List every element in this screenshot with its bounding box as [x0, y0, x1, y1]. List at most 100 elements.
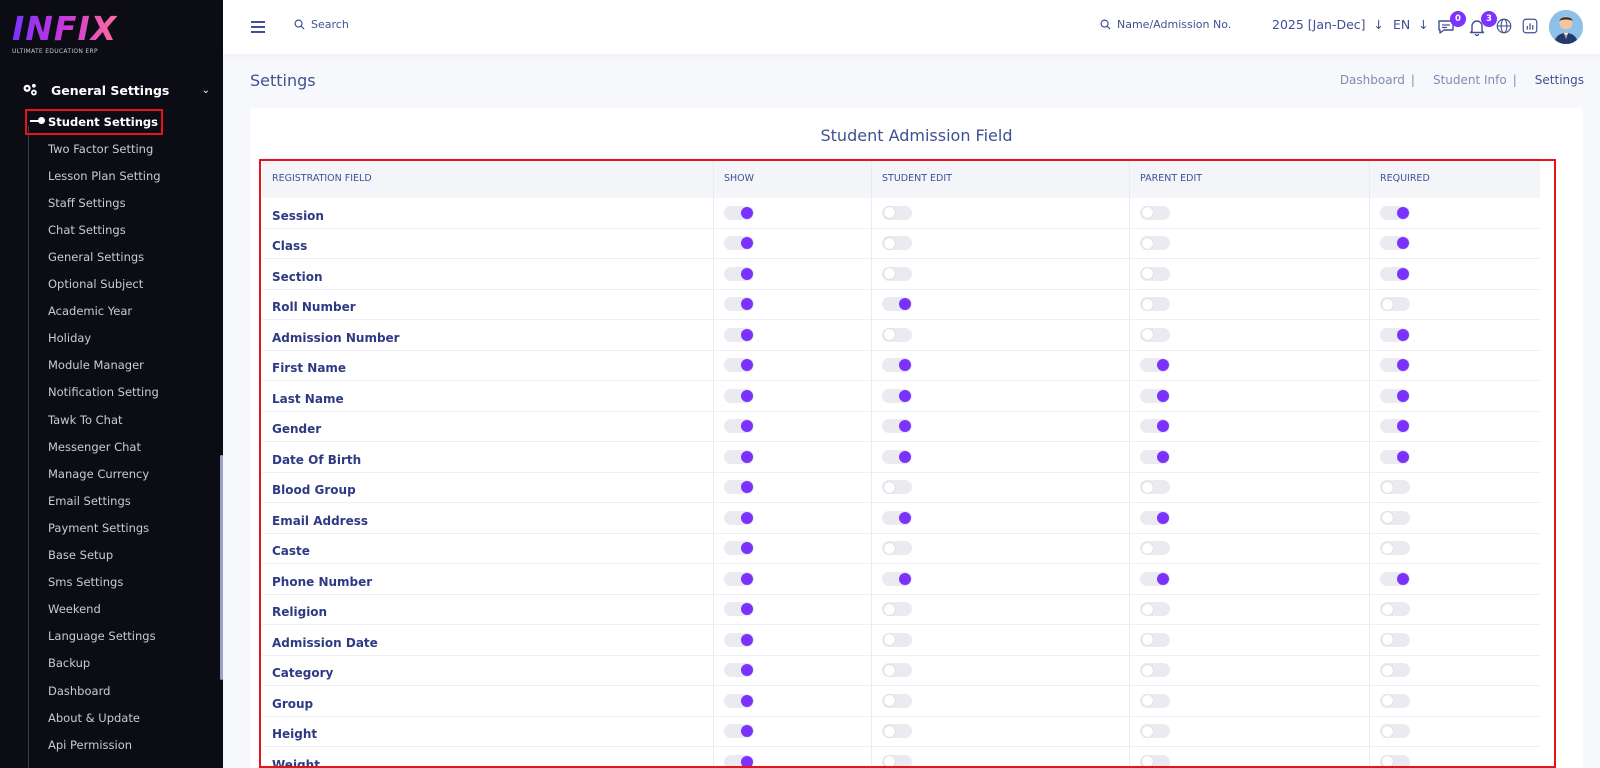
website-button[interactable] [1495, 17, 1515, 37]
parent-edit-toggle[interactable] [1140, 236, 1170, 251]
show-toggle[interactable] [724, 693, 754, 708]
student-edit-toggle[interactable] [882, 754, 912, 768]
sidebar-section-general-settings[interactable]: General Settings ⌄ [22, 80, 210, 100]
parent-edit-toggle[interactable] [1140, 724, 1170, 739]
student-edit-toggle[interactable] [882, 449, 912, 464]
required-toggle[interactable] [1380, 602, 1410, 617]
required-toggle[interactable] [1380, 571, 1410, 586]
sidebar-item-tawk-to-chat[interactable]: Tawk To Chat [0, 406, 223, 433]
required-toggle[interactable] [1380, 693, 1410, 708]
show-toggle[interactable] [724, 327, 754, 342]
required-toggle[interactable] [1380, 419, 1410, 434]
show-toggle[interactable] [724, 388, 754, 403]
show-toggle[interactable] [724, 602, 754, 617]
student-edit-toggle[interactable] [882, 358, 912, 373]
messages-button[interactable]: 0 [1436, 11, 1466, 37]
show-toggle[interactable] [724, 510, 754, 525]
student-edit-toggle[interactable] [882, 327, 912, 342]
notifications-button[interactable]: 3 [1467, 11, 1497, 37]
student-edit-toggle[interactable] [882, 266, 912, 281]
required-toggle[interactable] [1380, 449, 1410, 464]
required-toggle[interactable] [1380, 724, 1410, 739]
language-selector[interactable]: EN ↓ [1393, 17, 1429, 32]
sidebar-item-module-manager[interactable]: Module Manager [0, 352, 223, 379]
sidebar-item-staff-settings[interactable]: Staff Settings [0, 189, 223, 216]
show-toggle[interactable] [724, 266, 754, 281]
global-search[interactable]: Search [294, 18, 349, 31]
required-toggle[interactable] [1380, 297, 1410, 312]
required-toggle[interactable] [1380, 632, 1410, 647]
parent-edit-toggle[interactable] [1140, 266, 1170, 281]
sidebar-item-api-permission[interactable]: Api Permission [0, 731, 223, 758]
required-toggle[interactable] [1380, 236, 1410, 251]
parent-edit-toggle[interactable] [1140, 754, 1170, 768]
show-toggle[interactable] [724, 236, 754, 251]
required-toggle[interactable] [1380, 327, 1410, 342]
student-edit-toggle[interactable] [882, 693, 912, 708]
show-toggle[interactable] [724, 480, 754, 495]
required-toggle[interactable] [1380, 480, 1410, 495]
breadcrumb-dashboard[interactable]: Dashboard [1340, 73, 1405, 87]
parent-edit-toggle[interactable] [1140, 632, 1170, 647]
sidebar-item-about-update[interactable]: About & Update [0, 704, 223, 731]
sidebar-item-backup[interactable]: Backup [0, 650, 223, 677]
statistics-button[interactable] [1521, 17, 1541, 37]
parent-edit-toggle[interactable] [1140, 480, 1170, 495]
show-toggle[interactable] [724, 632, 754, 647]
student-edit-toggle[interactable] [882, 236, 912, 251]
parent-edit-toggle[interactable] [1140, 388, 1170, 403]
logo[interactable]: INFIX ULTIMATE EDUCATION ERP [12, 12, 117, 56]
student-edit-toggle[interactable] [882, 205, 912, 220]
show-toggle[interactable] [724, 419, 754, 434]
parent-edit-toggle[interactable] [1140, 327, 1170, 342]
sidebar-item-two-factor-setting[interactable]: Two Factor Setting [0, 135, 223, 162]
sidebar-item-base-setup[interactable]: Base Setup [0, 542, 223, 569]
show-toggle[interactable] [724, 571, 754, 586]
show-toggle[interactable] [724, 754, 754, 768]
parent-edit-toggle[interactable] [1140, 541, 1170, 556]
sidebar-item-weekend[interactable]: Weekend [0, 596, 223, 623]
required-toggle[interactable] [1380, 754, 1410, 768]
menu-toggle-icon[interactable] [251, 21, 265, 36]
parent-edit-toggle[interactable] [1140, 663, 1170, 678]
show-toggle[interactable] [724, 297, 754, 312]
parent-edit-toggle[interactable] [1140, 571, 1170, 586]
student-edit-toggle[interactable] [882, 480, 912, 495]
show-toggle[interactable] [724, 663, 754, 678]
show-toggle[interactable] [724, 724, 754, 739]
show-toggle[interactable] [724, 541, 754, 556]
required-toggle[interactable] [1380, 266, 1410, 281]
show-toggle[interactable] [724, 358, 754, 373]
student-edit-toggle[interactable] [882, 297, 912, 312]
academic-year-selector[interactable]: 2025 [Jan-Dec] ↓ [1272, 17, 1384, 32]
sidebar-item-payment-settings[interactable]: Payment Settings [0, 514, 223, 541]
parent-edit-toggle[interactable] [1140, 449, 1170, 464]
student-edit-toggle[interactable] [882, 602, 912, 617]
sidebar-item-dashboard[interactable]: Dashboard [0, 677, 223, 704]
required-toggle[interactable] [1380, 663, 1410, 678]
parent-edit-toggle[interactable] [1140, 693, 1170, 708]
sidebar-item-sms-settings[interactable]: Sms Settings [0, 569, 223, 596]
sidebar-item-manage-currency[interactable]: Manage Currency [0, 460, 223, 487]
student-edit-toggle[interactable] [882, 571, 912, 586]
student-edit-toggle[interactable] [882, 388, 912, 403]
sidebar-item-chat-settings[interactable]: Chat Settings [0, 216, 223, 243]
parent-edit-toggle[interactable] [1140, 358, 1170, 373]
parent-edit-toggle[interactable] [1140, 205, 1170, 220]
student-edit-toggle[interactable] [882, 510, 912, 525]
sidebar-item-general-settings[interactable]: General Settings [0, 243, 223, 270]
required-toggle[interactable] [1380, 205, 1410, 220]
breadcrumb-student-info[interactable]: Student Info [1433, 73, 1507, 87]
sidebar-item-email-settings[interactable]: Email Settings [0, 487, 223, 514]
show-toggle[interactable] [724, 449, 754, 464]
user-avatar[interactable] [1549, 10, 1583, 44]
sidebar-item-language-settings[interactable]: Language Settings [0, 623, 223, 650]
sidebar-item-optional-subject[interactable]: Optional Subject [0, 271, 223, 298]
sidebar-item-holiday[interactable]: Holiday [0, 325, 223, 352]
student-edit-toggle[interactable] [882, 663, 912, 678]
sidebar-item-notification-setting[interactable]: Notification Setting [0, 379, 223, 406]
student-edit-toggle[interactable] [882, 632, 912, 647]
parent-edit-toggle[interactable] [1140, 419, 1170, 434]
required-toggle[interactable] [1380, 358, 1410, 373]
required-toggle[interactable] [1380, 510, 1410, 525]
